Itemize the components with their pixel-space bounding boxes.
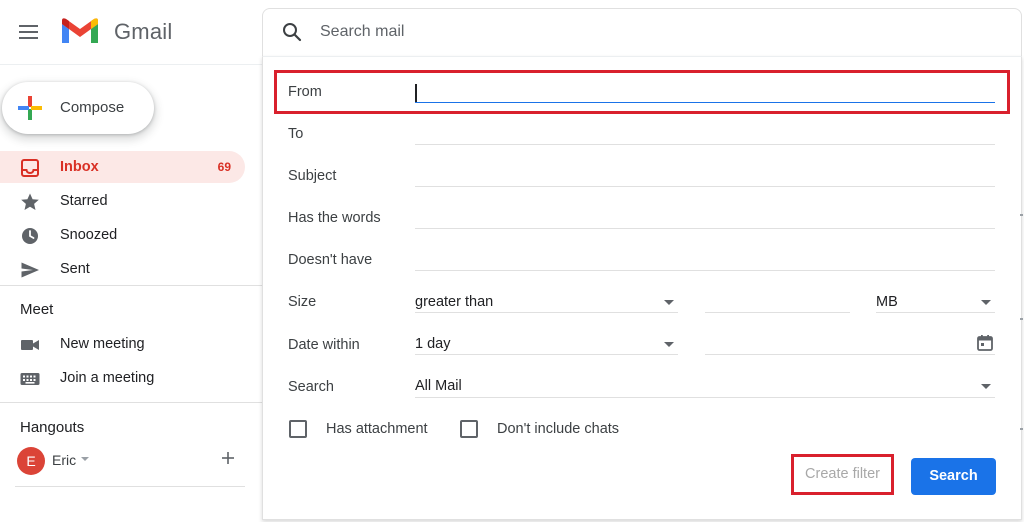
sidebar-item-snoozed[interactable]: Snoozed [0, 219, 245, 251]
has-words-label: Has the words [288, 210, 381, 226]
background-list-fragment [1020, 214, 1023, 216]
doesnt-have-field[interactable] [415, 270, 995, 271]
hangouts-section-title: Hangouts [20, 419, 85, 436]
header-divider [0, 64, 262, 65]
sidebar-item-label: Join a meeting [60, 370, 155, 386]
date-within-underline [415, 354, 678, 355]
date-within-select[interactable]: 1 day [415, 336, 450, 352]
hangouts-user-name[interactable]: Eric [52, 452, 76, 468]
sidebar-item-new-meeting[interactable]: New meeting [0, 328, 245, 360]
section-divider [15, 486, 245, 487]
chevron-down-icon[interactable] [981, 384, 991, 389]
subject-field[interactable] [415, 186, 995, 187]
sidebar-item-join-meeting[interactable]: Join a meeting [0, 362, 245, 394]
size-unit-select[interactable]: MB [876, 294, 898, 310]
dont-include-chats-checkbox[interactable] [460, 420, 478, 438]
search-icon[interactable] [280, 20, 304, 44]
clock-icon [20, 226, 40, 246]
section-divider [0, 285, 262, 286]
date-field[interactable] [705, 354, 995, 355]
sidebar-item-inbox[interactable]: Inbox 69 [0, 151, 245, 183]
has-attachment-checkbox[interactable] [289, 420, 307, 438]
background-list-fragment [1020, 318, 1023, 320]
chevron-down-icon[interactable] [664, 300, 674, 305]
sidebar-item-label: New meeting [60, 336, 145, 352]
star-icon [20, 192, 40, 212]
keyboard-icon [20, 369, 40, 389]
chevron-down-icon[interactable] [81, 457, 89, 461]
sidebar-item-sent[interactable]: Sent [0, 253, 245, 285]
app-name: Gmail [114, 19, 173, 44]
search-button[interactable]: Search [911, 458, 996, 495]
from-field-highlight [274, 70, 1010, 114]
to-field[interactable] [415, 144, 995, 145]
size-label: Size [288, 294, 317, 310]
gmail-logo-icon[interactable] [60, 16, 100, 46]
inbox-icon [20, 158, 40, 178]
to-label: To [288, 126, 304, 142]
subject-label: Subject [288, 168, 337, 184]
inbox-unread-count: 69 [217, 160, 231, 174]
video-camera-icon [20, 335, 40, 355]
section-divider [0, 402, 262, 403]
sidebar-item-label: Sent [60, 261, 90, 277]
meet-section-title: Meet [20, 301, 54, 318]
search-in-label: Search [288, 379, 334, 395]
avatar[interactable]: E [17, 447, 45, 475]
advanced-search-panel [262, 56, 1022, 520]
sidebar-item-label: Inbox [60, 159, 99, 175]
size-operator-underline [415, 312, 678, 313]
compose-button[interactable]: Compose [2, 82, 154, 134]
create-filter-button[interactable]: Create filter [791, 454, 894, 495]
send-icon [20, 260, 40, 280]
compose-label: Compose [60, 99, 125, 116]
compose-plus-icon [16, 94, 44, 122]
search-input[interactable] [320, 20, 960, 44]
calendar-icon[interactable] [976, 334, 994, 352]
has-words-field[interactable] [415, 228, 995, 229]
size-operator-select[interactable]: greater than [415, 294, 493, 310]
size-unit-underline [876, 312, 995, 313]
sidebar-item-starred[interactable]: Starred [0, 185, 245, 217]
chevron-down-icon[interactable] [981, 300, 991, 305]
size-value-field[interactable] [705, 312, 850, 313]
date-within-label: Date within [288, 337, 360, 353]
main-menu-icon[interactable] [18, 22, 42, 42]
search-in-select[interactable]: All Mail [415, 378, 462, 394]
doesnt-have-label: Doesn't have [288, 252, 373, 268]
background-list-fragment [1020, 428, 1023, 430]
has-attachment-label[interactable]: Has attachment [326, 421, 428, 437]
search-in-underline [415, 397, 995, 398]
chevron-down-icon[interactable] [664, 342, 674, 347]
dont-include-chats-label[interactable]: Don't include chats [497, 421, 619, 437]
sidebar-item-label: Snoozed [60, 227, 118, 243]
add-icon[interactable] [219, 449, 237, 467]
sidebar-item-label: Starred [60, 193, 108, 209]
